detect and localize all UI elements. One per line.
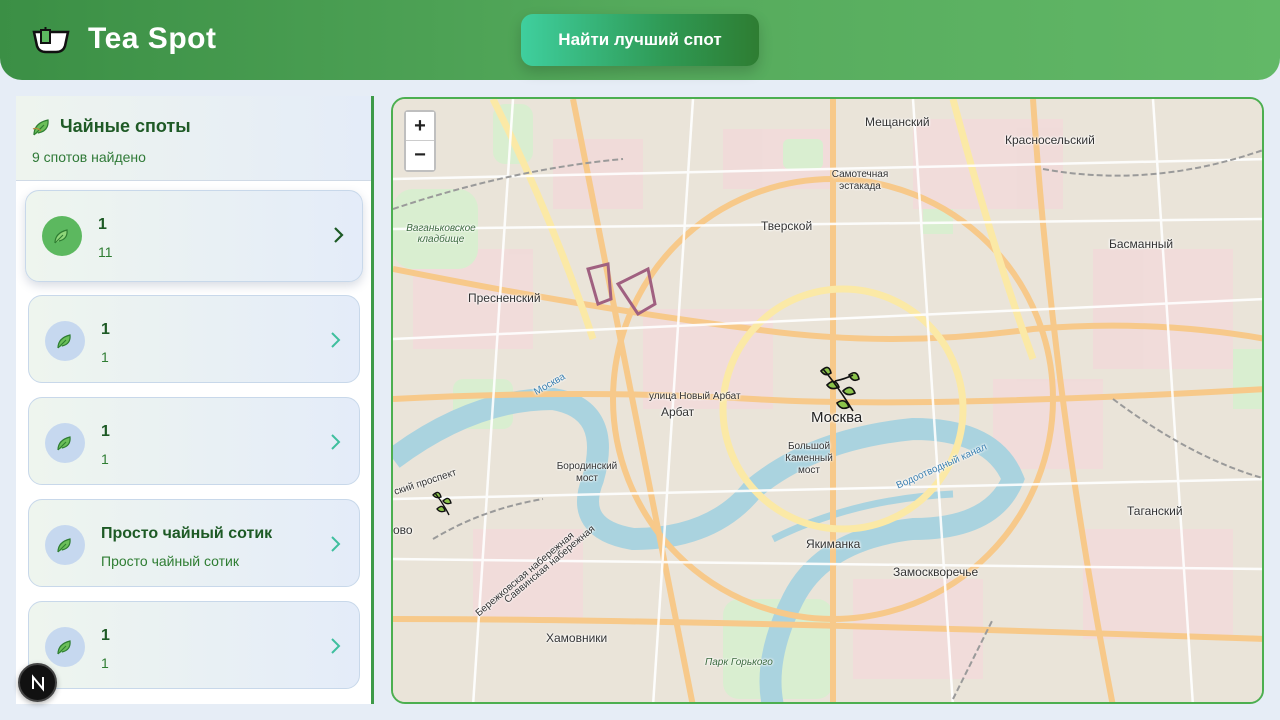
find-best-spot-button[interactable]: Найти лучший спот — [521, 14, 759, 66]
map-label: ово — [393, 523, 413, 537]
tea-bowl-icon[interactable] — [32, 26, 70, 54]
brand-title[interactable]: Tea Spot — [88, 22, 216, 56]
tea-leaf-icon — [57, 640, 71, 655]
spot-avatar — [45, 627, 85, 667]
map-label: Хамовники — [546, 631, 608, 645]
map-view[interactable]: + − Мещанский Красносельский Самотечная … — [391, 97, 1264, 704]
tea-sprig-marker-icon[interactable] — [429, 487, 459, 517]
tea-leaf-icon — [32, 118, 49, 135]
map-label: Пресненский — [468, 291, 541, 305]
spot-description: 1 — [101, 655, 109, 671]
spot-card[interactable]: 1 1 — [28, 601, 360, 689]
spot-description: Просто чайный сотик — [101, 553, 239, 569]
spot-avatar — [42, 216, 82, 256]
sidebar-title: Чайные споты — [60, 116, 191, 136]
next-logo-icon[interactable] — [18, 663, 57, 702]
app-header: Tea Spot Найти лучший спот — [0, 0, 1280, 80]
tea-leaf-icon — [57, 436, 71, 451]
tea-leaf-icon — [54, 229, 68, 244]
map-label: Замоскворечье — [893, 565, 979, 579]
spot-card[interactable]: Просто чайный сотик Просто чайный сотик — [28, 499, 360, 587]
tea-leaf-icon — [57, 334, 71, 349]
map-label: Бородинский мост — [556, 461, 618, 484]
spot-avatar — [45, 423, 85, 463]
map-label: Мещанский — [865, 115, 930, 129]
zoom-out-button[interactable]: − — [406, 141, 434, 170]
spot-name: Просто чайный сотик — [101, 525, 273, 542]
sidebar-header: Чайные споты 9 спотов найдено — [16, 96, 371, 181]
spot-card[interactable]: 1 1 — [28, 397, 360, 485]
map-label: Якиманка — [806, 537, 861, 551]
spots-count: 9 спотов найдено — [32, 149, 146, 165]
spot-name: 1 — [101, 423, 110, 440]
chevron-right-icon — [334, 227, 344, 243]
map-label: Самотечная эстакада — [831, 169, 889, 192]
map-label: Арбат — [661, 405, 695, 419]
spot-name: 1 — [98, 216, 107, 233]
spot-name: 1 — [101, 627, 110, 644]
spot-card[interactable]: 1 1 — [28, 295, 360, 383]
spot-card[interactable]: 1 11 — [25, 190, 363, 282]
spot-description: 1 — [101, 451, 109, 467]
chevron-right-icon — [331, 638, 341, 654]
spot-description: 11 — [98, 244, 113, 260]
tea-leaf-icon — [57, 538, 71, 553]
spot-avatar — [45, 321, 85, 361]
chevron-right-icon — [331, 332, 341, 348]
spots-sidebar: Чайные споты 9 спотов найдено 1 11 1 1 1… — [16, 96, 374, 704]
tea-sprig-marker-icon[interactable] — [813, 361, 869, 417]
chevron-right-icon — [331, 434, 341, 450]
map-label: Ваганьковское кладбище — [406, 223, 476, 245]
spot-name: 1 — [101, 321, 110, 338]
zoom-in-button[interactable]: + — [406, 112, 434, 141]
map-label: Парк Горького — [705, 657, 773, 668]
spot-avatar — [45, 525, 85, 565]
map-label: Басманный — [1109, 237, 1174, 251]
chevron-right-icon — [331, 536, 341, 552]
zoom-control: + − — [404, 110, 436, 172]
spot-description: 1 — [101, 349, 109, 365]
map-label: Таганский — [1127, 504, 1183, 518]
map-label: Большой Каменный мост — [785, 441, 833, 476]
map-label: Красносельский — [1005, 133, 1095, 147]
map-label: Тверской — [761, 219, 813, 233]
map-label: улица Новый Арбат — [649, 391, 741, 402]
sidebar-title-row: Чайные споты — [32, 116, 371, 137]
